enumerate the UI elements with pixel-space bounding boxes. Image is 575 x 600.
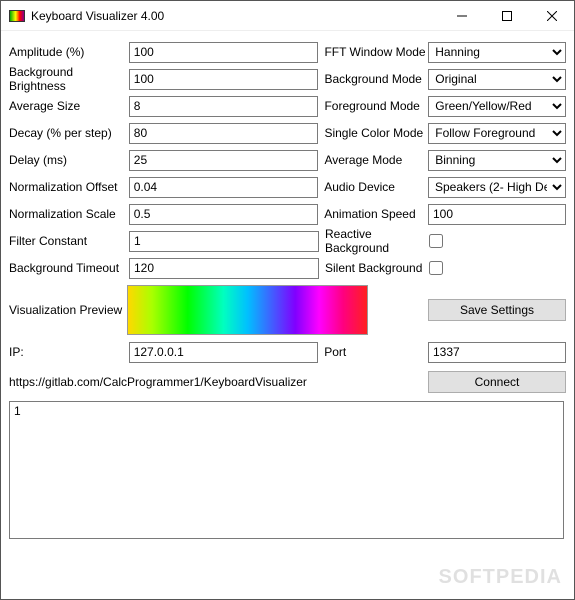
visualization-preview (127, 285, 368, 335)
anim-speed-input[interactable] (428, 204, 566, 225)
avg-size-input[interactable] (129, 96, 319, 117)
app-icon (9, 10, 25, 22)
avg-size-label: Average Size (9, 99, 129, 113)
avg-mode-select[interactable]: Binning (428, 150, 566, 171)
delay-input[interactable] (129, 150, 319, 171)
titlebar: Keyboard Visualizer 4.00 (1, 1, 574, 31)
avg-mode-label: Average Mode (318, 153, 428, 167)
port-input[interactable] (428, 342, 566, 363)
log-textarea[interactable] (9, 401, 564, 539)
bg-brightness-input[interactable] (129, 69, 319, 90)
bg-timeout-input[interactable] (129, 258, 319, 279)
close-button[interactable] (529, 2, 574, 30)
decay-label: Decay (% per step) (9, 126, 129, 140)
norm-offset-label: Normalization Offset (9, 180, 129, 194)
fg-mode-select[interactable]: Green/Yellow/Red (428, 96, 566, 117)
reactive-bg-label: Reactive Background (319, 227, 429, 255)
bg-timeout-label: Background Timeout (9, 261, 129, 275)
single-color-select[interactable]: Follow Foreground (428, 123, 566, 144)
minimize-button[interactable] (439, 2, 484, 30)
norm-offset-input[interactable] (129, 177, 319, 198)
bg-mode-label: Background Mode (318, 72, 428, 86)
link-text: https://gitlab.com/CalcProgrammer1/Keybo… (9, 375, 428, 389)
audio-device-select[interactable]: Speakers (2- High Definition Au (428, 177, 566, 198)
fft-mode-label: FFT Window Mode (318, 45, 428, 59)
filter-const-label: Filter Constant (9, 234, 129, 248)
watermark-text: SOFTPEDIA (439, 566, 562, 589)
fg-mode-label: Foreground Mode (318, 99, 428, 113)
preview-label: Visualization Preview (9, 303, 128, 317)
silent-bg-label: Silent Background (319, 261, 429, 275)
anim-speed-label: Animation Speed (318, 207, 428, 221)
window-title: Keyboard Visualizer 4.00 (31, 9, 439, 23)
bg-mode-select[interactable]: Original (428, 69, 566, 90)
amplitude-label: Amplitude (%) (9, 45, 129, 59)
norm-scale-label: Normalization Scale (9, 207, 129, 221)
maximize-button[interactable] (484, 2, 529, 30)
fft-mode-select[interactable]: Hanning (428, 42, 566, 63)
ip-label: IP: (9, 345, 129, 359)
decay-input[interactable] (129, 123, 319, 144)
norm-scale-input[interactable] (129, 204, 319, 225)
single-color-label: Single Color Mode (318, 126, 428, 140)
amplitude-input[interactable] (129, 42, 319, 63)
audio-device-label: Audio Device (318, 180, 428, 194)
silent-bg-checkbox[interactable] (429, 261, 443, 275)
ip-input[interactable] (129, 342, 319, 363)
reactive-bg-checkbox[interactable] (429, 234, 443, 248)
content-area: Amplitude (%) FFT Window Mode Hanning Ba… (1, 31, 574, 550)
connect-button[interactable]: Connect (428, 371, 566, 393)
bg-brightness-label: Background Brightness (9, 65, 129, 93)
filter-const-input[interactable] (129, 231, 319, 252)
delay-label: Delay (ms) (9, 153, 129, 167)
port-label: Port (318, 345, 428, 359)
save-settings-button[interactable]: Save Settings (428, 299, 566, 321)
